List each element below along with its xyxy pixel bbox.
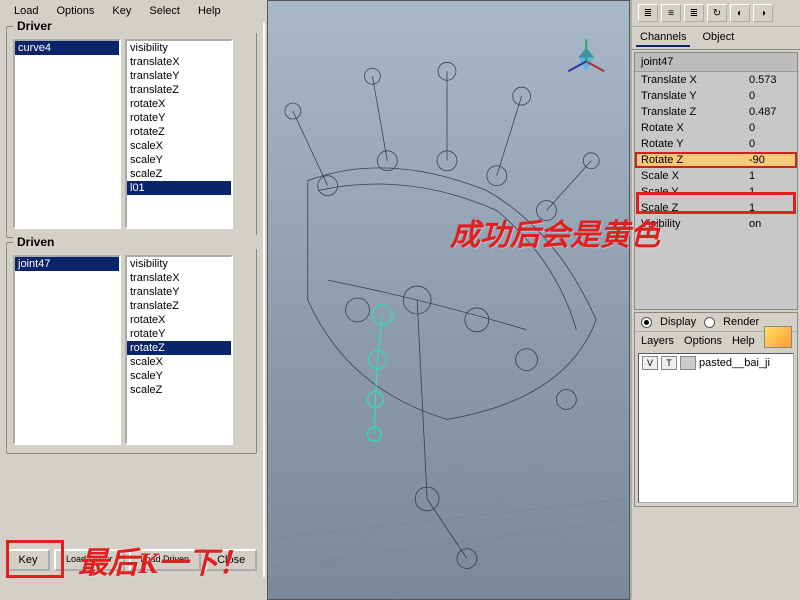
layer-vis-toggle[interactable]: V <box>642 356 658 370</box>
driver-node-list[interactable]: curve4 <box>13 39 121 229</box>
shelf-icon[interactable]: ≡ <box>661 4 681 22</box>
driven-fieldset: Driven joint47 visibility translateX tra… <box>6 242 257 454</box>
list-item[interactable]: rotateY <box>127 111 231 125</box>
key-button[interactable]: Key <box>6 549 50 571</box>
driven-attr-list[interactable]: visibility translateX translateY transla… <box>125 255 233 445</box>
list-item[interactable]: rotateY <box>127 327 231 341</box>
attr-rotate-x[interactable]: Rotate X0 <box>635 120 797 136</box>
list-item[interactable]: rotateX <box>127 97 231 111</box>
attr-scale-x[interactable]: Scale X1 <box>635 168 797 184</box>
tab-channels[interactable]: Channels <box>636 29 690 47</box>
new-layer-icon[interactable] <box>764 326 792 348</box>
driver-legend: Driver <box>13 19 262 33</box>
driver-attr-list[interactable]: visibility translateX translateY transla… <box>125 39 233 229</box>
channel-tabs: Channels Object <box>632 27 800 50</box>
attr-translate-x[interactable]: Translate X0.573 <box>635 72 797 88</box>
layer-menu-help[interactable]: Help <box>732 335 755 347</box>
list-item[interactable]: visibility <box>127 41 231 55</box>
sdk-panel: Driver curve4 visibility translateX tran… <box>0 22 265 577</box>
radio-display-label: Display <box>660 316 696 328</box>
driver-fieldset: Driver curve4 visibility translateX tran… <box>6 26 257 238</box>
list-item[interactable]: l01 <box>127 181 231 195</box>
attr-translate-y[interactable]: Translate Y0 <box>635 88 797 104</box>
list-item[interactable]: scaleY <box>127 153 231 167</box>
list-item[interactable]: scaleY <box>127 369 231 383</box>
attr-rotate-z[interactable]: Rotate Z-90 <box>635 152 797 168</box>
radio-render[interactable] <box>704 317 715 328</box>
menu-help[interactable]: Help <box>190 3 229 19</box>
list-item[interactable]: translateY <box>127 69 231 83</box>
attr-rotate-y[interactable]: Rotate Y0 <box>635 136 797 152</box>
list-item[interactable]: rotateZ <box>127 341 231 355</box>
layer-panel: Display Render Layers Options Help V T p… <box>634 312 798 507</box>
list-item[interactable]: rotateZ <box>127 125 231 139</box>
attr-scale-z[interactable]: Scale Z1 <box>635 200 797 216</box>
button-row: Key Load Driver Load Driven Close <box>6 549 257 571</box>
right-panel: ≣ ≡ ≣ ↻ ◐ ◑ Channels Object joint47 Tran… <box>630 0 800 600</box>
shelf-icon[interactable]: ◑ <box>753 4 773 22</box>
shelf-icon[interactable]: ↻ <box>707 4 727 22</box>
shelf-icon[interactable]: ◐ <box>730 4 750 22</box>
radio-render-label: Render <box>723 316 759 328</box>
node-name[interactable]: joint47 <box>635 53 797 72</box>
close-button[interactable]: Close <box>205 549 257 571</box>
menu-load[interactable]: Load <box>6 3 46 19</box>
layer-type-toggle[interactable]: T <box>661 356 677 370</box>
list-item[interactable]: joint47 <box>15 257 119 271</box>
tab-object[interactable]: Object <box>698 29 738 47</box>
shelf-icon[interactable]: ≣ <box>638 4 658 22</box>
menu-options[interactable]: Options <box>48 3 102 19</box>
attr-visibility[interactable]: Visibilityon <box>635 216 797 232</box>
load-driven-button[interactable]: Load Driven <box>129 549 202 571</box>
layer-color-swatch[interactable] <box>680 356 696 370</box>
shelf-icon[interactable]: ≣ <box>684 4 704 22</box>
list-item[interactable]: translateX <box>127 55 231 69</box>
list-item[interactable]: scaleX <box>127 139 231 153</box>
list-item[interactable]: translateZ <box>127 83 231 97</box>
layer-list[interactable]: V T pasted__bai_ji <box>638 353 794 503</box>
layer-item[interactable]: V T pasted__bai_ji <box>639 354 793 372</box>
menu-select[interactable]: Select <box>141 3 188 19</box>
attr-translate-z[interactable]: Translate Z0.487 <box>635 104 797 120</box>
load-driver-button[interactable]: Load Driver <box>54 549 125 571</box>
list-item[interactable]: translateX <box>127 271 231 285</box>
shelf-row: ≣ ≡ ≣ ↻ ◐ ◑ <box>632 0 800 27</box>
radio-display[interactable] <box>641 317 652 328</box>
layer-menu-layers[interactable]: Layers <box>641 335 674 347</box>
driven-node-list[interactable]: joint47 <box>13 255 121 445</box>
layer-name[interactable]: pasted__bai_ji <box>699 357 770 369</box>
list-item[interactable]: translateZ <box>127 299 231 313</box>
list-item[interactable]: translateY <box>127 285 231 299</box>
list-item[interactable]: curve4 <box>15 41 119 55</box>
viewport-3d[interactable] <box>267 0 630 600</box>
channel-box[interactable]: joint47 Translate X0.573 Translate Y0 Tr… <box>634 52 798 310</box>
list-item[interactable]: scaleZ <box>127 167 231 181</box>
attr-scale-y[interactable]: Scale Y1 <box>635 184 797 200</box>
view-axis-icon <box>568 39 604 71</box>
driven-legend: Driven <box>13 235 262 249</box>
list-item[interactable]: visibility <box>127 257 231 271</box>
layer-menu-options[interactable]: Options <box>684 335 722 347</box>
list-item[interactable]: rotateX <box>127 313 231 327</box>
list-item[interactable]: scaleZ <box>127 383 231 397</box>
list-item[interactable]: scaleX <box>127 355 231 369</box>
menu-key[interactable]: Key <box>104 3 139 19</box>
